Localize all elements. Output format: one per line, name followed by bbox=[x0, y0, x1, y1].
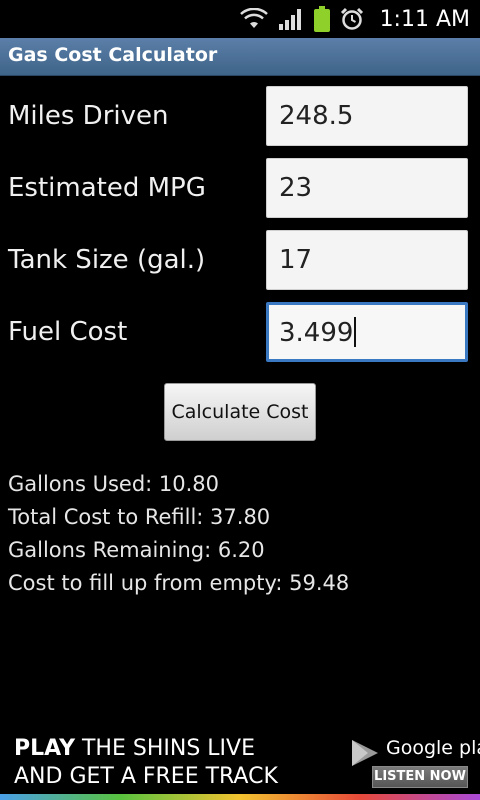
signal-icon bbox=[278, 8, 304, 30]
tank-size-value: 17 bbox=[279, 245, 313, 275]
fuel-cost-value-wrap: 3.499 bbox=[279, 317, 357, 348]
ad-headline: PLAY THE SHINS LIVE bbox=[14, 736, 255, 761]
battery-icon bbox=[313, 6, 330, 32]
text-cursor bbox=[354, 317, 357, 347]
gallons-remaining-result: Gallons Remaining: 6.20 bbox=[8, 538, 265, 562]
estimated-mpg-label: Estimated MPG bbox=[8, 173, 206, 203]
status-icons: 1:11 AM bbox=[239, 4, 470, 34]
miles-driven-field[interactable]: 248.5 bbox=[266, 86, 468, 146]
fuel-cost-field[interactable]: 3.499 bbox=[266, 302, 468, 362]
ad-banner[interactable]: PLAY THE SHINS LIVE AND GET A FREE TRACK… bbox=[0, 728, 480, 800]
alarm-icon bbox=[340, 7, 364, 31]
app-screen: 1:11 AM Gas Cost Calculator Miles Driven… bbox=[0, 0, 480, 800]
total-cost-result: Total Cost to Refill: 37.80 bbox=[8, 505, 271, 529]
listen-now-button[interactable]: LISTEN NOW bbox=[372, 766, 468, 788]
tank-size-field[interactable]: 17 bbox=[266, 230, 468, 290]
ad-color-strip bbox=[0, 794, 480, 800]
app-title: Gas Cost Calculator bbox=[8, 44, 218, 66]
title-bar: Gas Cost Calculator bbox=[0, 38, 480, 76]
google-play-text: Google play bbox=[386, 737, 480, 759]
status-bar: 1:11 AM bbox=[0, 0, 480, 38]
miles-driven-value: 248.5 bbox=[279, 101, 354, 131]
ad-subline: AND GET A FREE TRACK bbox=[14, 764, 278, 789]
ad-headline-bold: PLAY bbox=[14, 736, 75, 761]
fuel-cost-label: Fuel Cost bbox=[8, 317, 128, 347]
cost-fill-empty-result: Cost to fill up from empty: 59.48 bbox=[8, 571, 350, 595]
status-time: 1:11 AM bbox=[379, 6, 470, 32]
estimated-mpg-value: 23 bbox=[279, 173, 313, 203]
estimated-mpg-field[interactable]: 23 bbox=[266, 158, 468, 218]
gallons-used-result: Gallons Used: 10.80 bbox=[8, 472, 220, 496]
tank-size-label: Tank Size (gal.) bbox=[8, 245, 206, 275]
calculate-cost-button[interactable]: Calculate Cost bbox=[164, 383, 316, 441]
ad-headline-rest: THE SHINS LIVE bbox=[75, 736, 255, 761]
fuel-cost-value: 3.499 bbox=[279, 318, 354, 348]
miles-driven-label: Miles Driven bbox=[8, 101, 169, 131]
wifi-icon bbox=[239, 8, 268, 30]
